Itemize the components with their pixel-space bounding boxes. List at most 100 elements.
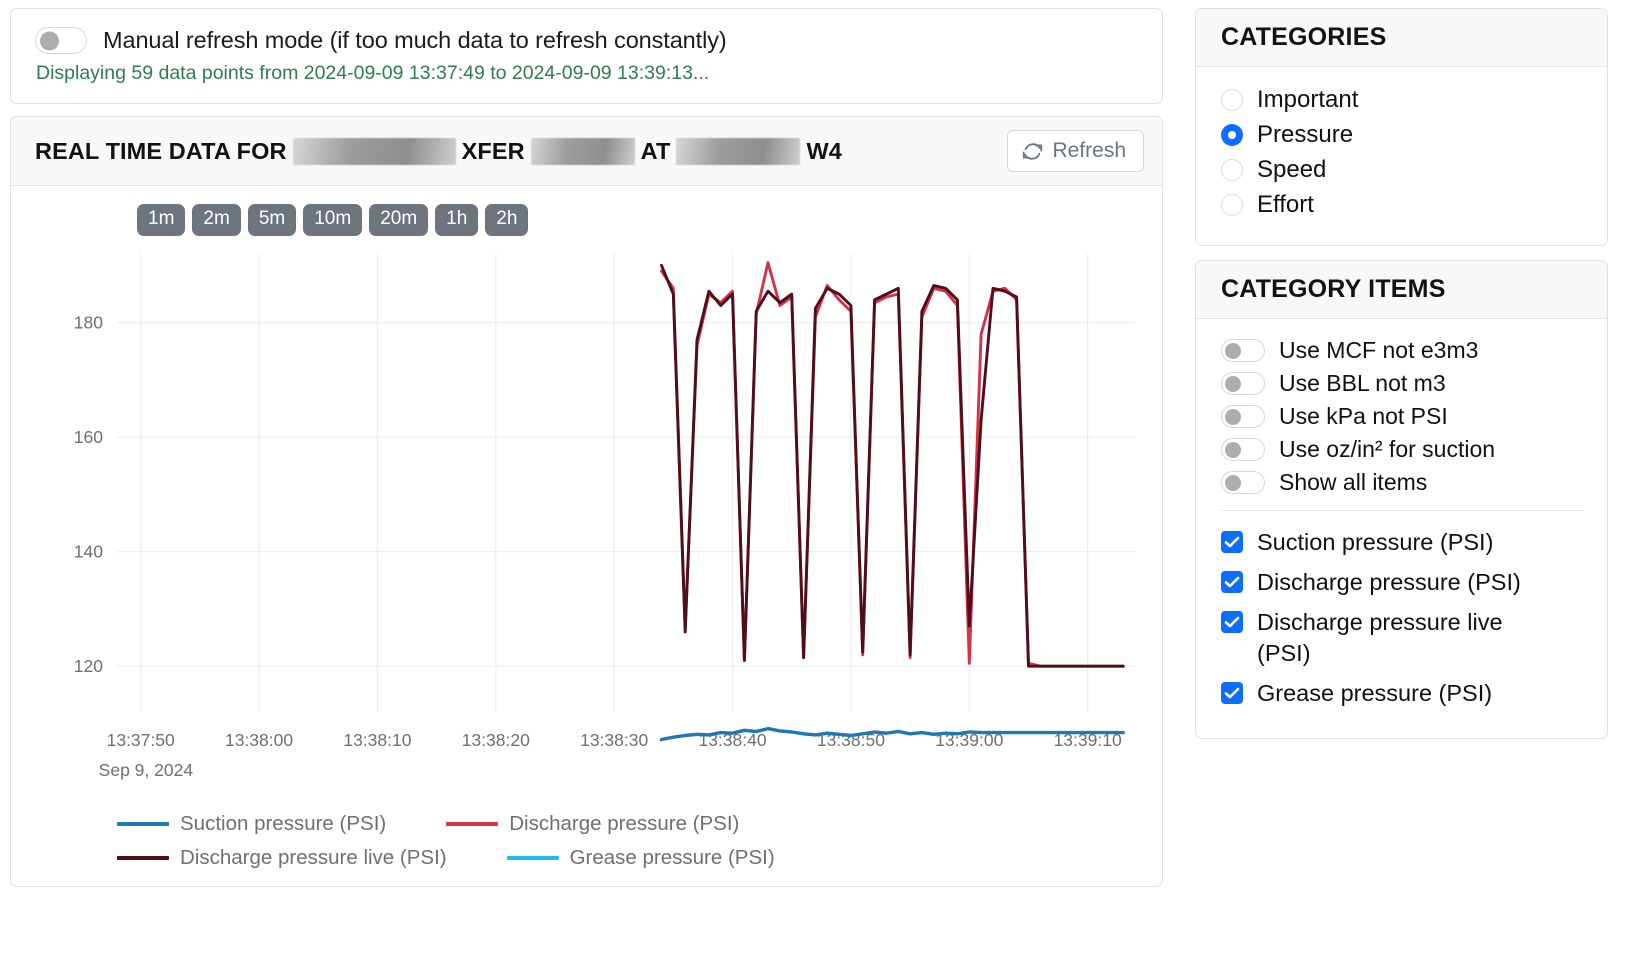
category-items-title: CATEGORY ITEMS [1221, 275, 1583, 304]
legend-swatch-grease [507, 856, 559, 860]
toggle-use-kpa[interactable]: Use kPa not PSI [1221, 403, 1583, 430]
radio-icon-pressure[interactable] [1221, 124, 1243, 146]
chart-title-at: AT [641, 138, 671, 165]
legend-label-discharge: Discharge pressure (PSI) [509, 812, 739, 836]
y-axis-ticks: 120140160180 [74, 313, 103, 677]
category-items-panel: CATEGORY ITEMS Use MCF not e3m3 Use BBL … [1195, 260, 1608, 739]
checkbox-label-discharge-pressure: Discharge pressure (PSI) [1257, 567, 1521, 598]
redacted-xfer-id [531, 138, 635, 165]
chart-title-suffix: W4 [806, 138, 841, 165]
chart-header: REAL TIME DATA FOR XFER AT W4 [11, 117, 1162, 186]
y-tick-label: 160 [74, 427, 103, 447]
chart-date-label: Sep 9, 2024 [99, 760, 194, 780]
category-label-effort: Effort [1257, 190, 1314, 220]
range-button-5m[interactable]: 5m [248, 204, 296, 236]
manual-refresh-toggle-row[interactable]: Manual refresh mode (if too much data to… [35, 27, 1140, 54]
line-chart-svg: 120140160180 13:37:5013:38:0013:38:1013:… [25, 242, 1150, 802]
categories-panel: CATEGORIES Important Pressure Speed Eff [1195, 8, 1608, 246]
category-option-effort[interactable]: Effort [1221, 190, 1583, 220]
categories-panel-header: CATEGORIES [1196, 9, 1607, 67]
chart-plot-area[interactable]: 120140160180 13:37:5013:38:0013:38:1013:… [25, 242, 1150, 802]
toggle-knob [1225, 442, 1241, 458]
legend-label-grease: Grease pressure (PSI) [570, 846, 775, 870]
toggle-label-use-kpa: Use kPa not PSI [1279, 403, 1448, 430]
sidebar: CATEGORIES Important Pressure Speed Eff [1165, 0, 1620, 753]
legend-item-discharge-live[interactable]: Discharge pressure live (PSI) [117, 846, 447, 870]
refresh-button[interactable]: Refresh [1007, 130, 1144, 172]
range-button-2m[interactable]: 2m [192, 204, 240, 236]
legend-item-suction[interactable]: Suction pressure (PSI) [117, 812, 386, 836]
legend-label-discharge-live: Discharge pressure live (PSI) [180, 846, 447, 870]
checkbox-icon-suction-pressure[interactable] [1221, 531, 1243, 553]
checkbox-row-suction-pressure[interactable]: Suction pressure (PSI) [1221, 527, 1583, 558]
toggle-use-oz-per-in2[interactable]: Use oz/in² for suction [1221, 436, 1583, 463]
refresh-button-label: Refresh [1052, 139, 1126, 163]
checkbox-icon-discharge-pressure[interactable] [1221, 571, 1243, 593]
categories-panel-body: Important Pressure Speed Effort [1196, 67, 1607, 245]
toggle-knob [1225, 475, 1241, 491]
toggle-switch-use-oz-per-in2[interactable] [1221, 438, 1265, 461]
category-label-important: Important [1257, 85, 1358, 115]
checkbox-row-discharge-pressure[interactable]: Discharge pressure (PSI) [1221, 567, 1583, 598]
radio-icon-important[interactable] [1221, 89, 1243, 111]
radio-icon-effort[interactable] [1221, 194, 1243, 216]
series-line-2 [662, 265, 1124, 666]
radio-icon-speed[interactable] [1221, 159, 1243, 181]
redacted-well-name [293, 138, 456, 165]
range-button-10m[interactable]: 10m [303, 204, 362, 236]
category-option-important[interactable]: Important [1221, 85, 1583, 115]
realtime-chart-card: REAL TIME DATA FOR XFER AT W4 [10, 116, 1163, 887]
chart-title-xfer: XFER [462, 138, 525, 165]
range-button-1h[interactable]: 1h [435, 204, 478, 236]
range-button-1m[interactable]: 1m [137, 204, 185, 236]
redacted-location [676, 138, 800, 165]
checkbox-label-grease-pressure: Grease pressure (PSI) [1257, 678, 1492, 709]
toggle-use-mcf[interactable]: Use MCF not e3m3 [1221, 337, 1583, 364]
toggle-label-show-all-items: Show all items [1279, 469, 1427, 496]
checkbox-icon-discharge-pressure-live[interactable] [1221, 611, 1243, 633]
legend-item-discharge[interactable]: Discharge pressure (PSI) [446, 812, 739, 836]
data-points-status: Displaying 59 data points from 2024-09-0… [35, 62, 1140, 85]
category-items-panel-body: Use MCF not e3m3 Use BBL not m3 Use kPa … [1196, 319, 1607, 738]
y-tick-label: 140 [74, 542, 103, 562]
range-button-2h[interactable]: 2h [485, 204, 528, 236]
toggle-use-bbl[interactable]: Use BBL not m3 [1221, 370, 1583, 397]
range-button-20m[interactable]: 20m [369, 204, 428, 236]
toggle-knob [1225, 376, 1241, 392]
category-label-speed: Speed [1257, 155, 1326, 185]
panel-divider [1221, 510, 1583, 511]
chart-title-prefix: REAL TIME DATA FOR [35, 138, 287, 165]
manual-refresh-card: Manual refresh mode (if too much data to… [10, 8, 1163, 104]
checkbox-label-suction-pressure: Suction pressure (PSI) [1257, 527, 1493, 558]
refresh-icon [1022, 141, 1043, 162]
toggle-label-use-oz-per-in2: Use oz/in² for suction [1279, 436, 1495, 463]
toggle-switch-show-all-items[interactable] [1221, 471, 1265, 494]
x-tick-label: 13:37:50 [107, 730, 175, 750]
categories-title: CATEGORIES [1221, 23, 1583, 52]
toggle-switch-use-mcf[interactable] [1221, 339, 1265, 362]
checkbox-row-discharge-pressure-live[interactable]: Discharge pressure live (PSI) [1221, 607, 1583, 669]
legend-swatch-discharge-live [117, 856, 169, 860]
chart-title: REAL TIME DATA FOR XFER AT W4 [35, 138, 842, 165]
category-option-speed[interactable]: Speed [1221, 155, 1583, 185]
toggle-knob [1225, 343, 1241, 359]
legend-swatch-discharge [446, 822, 498, 826]
time-range-buttons: 1m 2m 5m 10m 20m 1h 2h [25, 204, 1148, 236]
manual-refresh-label: Manual refresh mode (if too much data to… [103, 27, 727, 54]
legend-item-grease[interactable]: Grease pressure (PSI) [507, 846, 775, 870]
category-option-pressure[interactable]: Pressure [1221, 120, 1583, 150]
toggle-label-use-bbl: Use BBL not m3 [1279, 370, 1446, 397]
checkbox-label-discharge-pressure-live: Discharge pressure live (PSI) [1257, 607, 1557, 669]
manual-refresh-toggle[interactable] [35, 27, 87, 54]
checkbox-icon-grease-pressure[interactable] [1221, 682, 1243, 704]
main-column: Manual refresh mode (if too much data to… [0, 0, 1165, 887]
toggle-switch-use-bbl[interactable] [1221, 372, 1265, 395]
toggle-switch-use-kpa[interactable] [1221, 405, 1265, 428]
toggle-knob [40, 31, 59, 50]
toggle-show-all-items[interactable]: Show all items [1221, 469, 1583, 496]
checkbox-row-grease-pressure[interactable]: Grease pressure (PSI) [1221, 678, 1583, 709]
toggle-label-use-mcf: Use MCF not e3m3 [1279, 337, 1478, 364]
chart-body: 1m 2m 5m 10m 20m 1h 2h 120140160180 13:3… [11, 186, 1162, 886]
category-label-pressure: Pressure [1257, 120, 1353, 150]
toggle-knob [1225, 409, 1241, 425]
